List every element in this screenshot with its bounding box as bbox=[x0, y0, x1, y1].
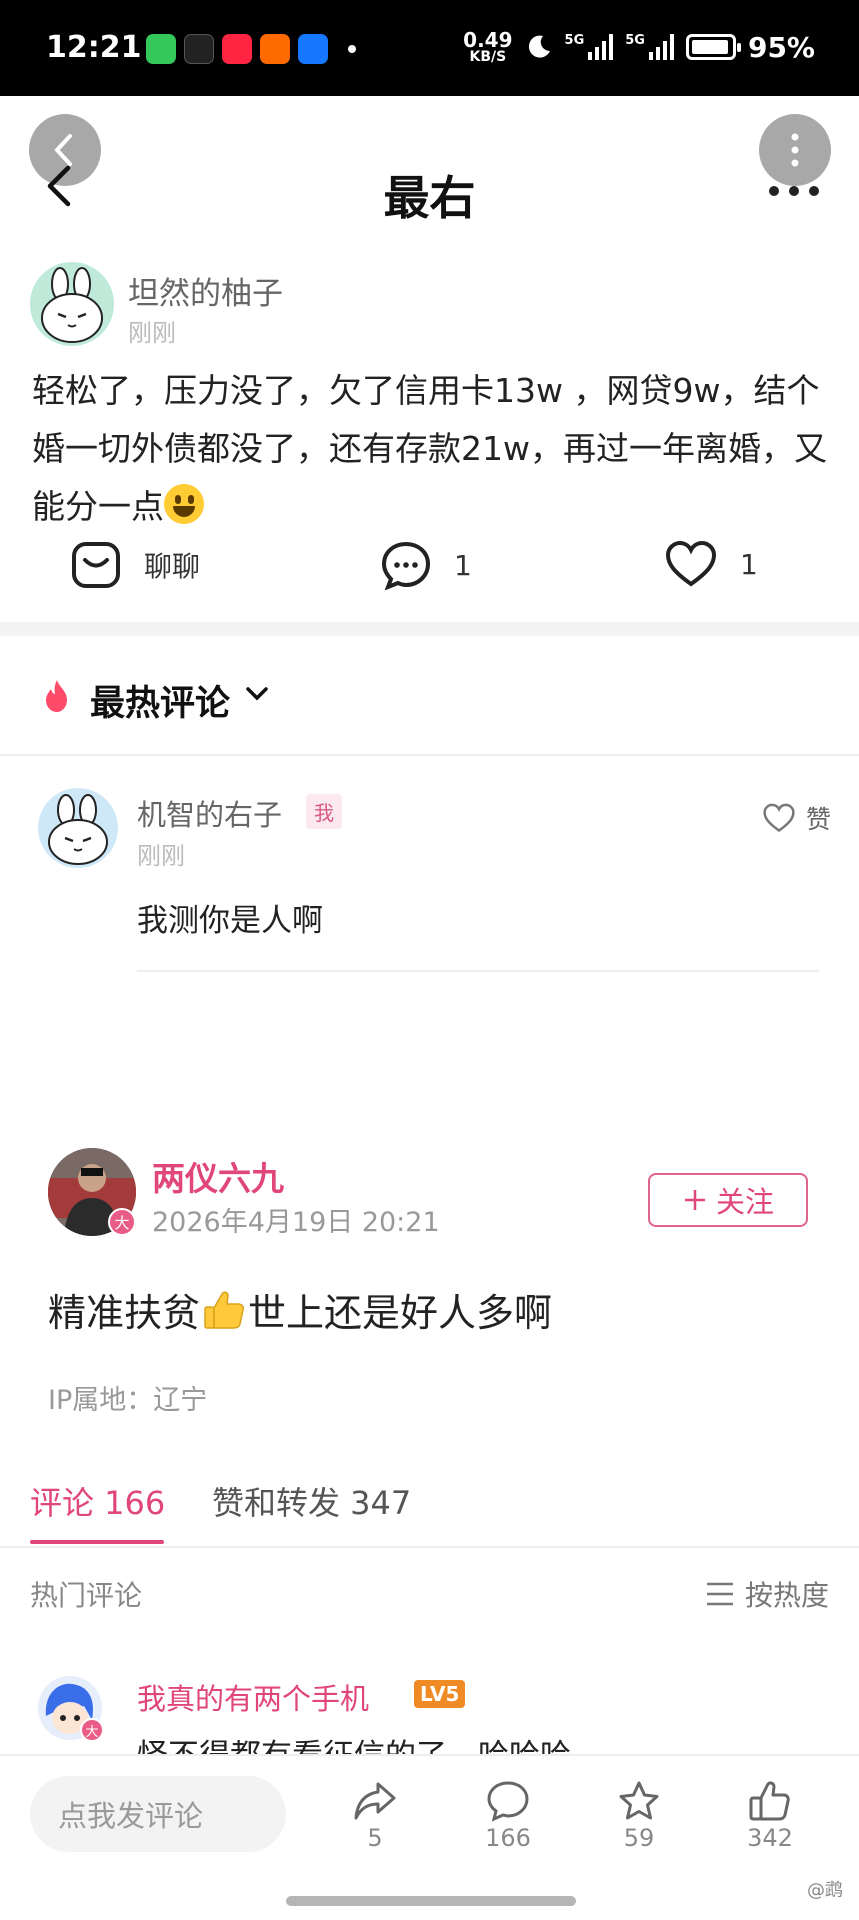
notification-icons bbox=[146, 34, 356, 64]
bottom-action-bar: 点我发评论 5 166 59 342 @鹉 bbox=[0, 1754, 859, 1920]
more-notifications-dot bbox=[348, 45, 356, 53]
app-icon bbox=[184, 34, 214, 64]
section-divider bbox=[0, 622, 859, 636]
flame-icon bbox=[46, 680, 67, 712]
chat-button[interactable]: 聊聊 bbox=[70, 540, 200, 590]
app-blue-icon bbox=[298, 34, 328, 64]
menu-lines-icon bbox=[706, 1582, 733, 1606]
heart-outline-icon bbox=[763, 803, 795, 833]
tab-comments[interactable]: 评论 166 bbox=[30, 1478, 165, 1524]
hot-comments-label: 热门评论 bbox=[30, 1579, 143, 1612]
commenter-username[interactable]: 我真的有两个手机 bbox=[137, 1676, 369, 1718]
thumbs-up-icon bbox=[749, 1781, 790, 1821]
rabbit-avatar-icon bbox=[41, 267, 103, 343]
thumbs-up-emoji-icon bbox=[204, 1291, 245, 1329]
comment-like-button[interactable]: 赞 bbox=[762, 800, 831, 836]
comment-text: 我测你是人啊 bbox=[137, 903, 323, 939]
post-username[interactable]: 坦然的柚子 bbox=[128, 268, 283, 313]
tab-likes-reposts[interactable]: 赞和转发 347 bbox=[212, 1478, 411, 1524]
level-badge: LV5 bbox=[414, 1680, 466, 1708]
star-icon bbox=[619, 1781, 659, 1820]
favorite-button[interactable]: 59 bbox=[594, 1780, 684, 1852]
repost-text: 精准扶贫 世上还是好人多啊 bbox=[48, 1282, 552, 1337]
ip-location: IP属地：辽宁 bbox=[48, 1385, 208, 1416]
thumbs-up-button[interactable]: 342 bbox=[725, 1780, 815, 1852]
comment-button[interactable]: 1 bbox=[380, 540, 472, 590]
share-arrow-icon bbox=[354, 1782, 396, 1820]
status-right: 0.49 KB/S 5G 5G 95% bbox=[463, 30, 815, 64]
comment-username[interactable]: 机智的右子 bbox=[137, 792, 282, 834]
battery-percent: 95% bbox=[747, 30, 815, 64]
grin-emoji-icon bbox=[164, 484, 204, 524]
post-actions: 聊聊 1 1 bbox=[0, 540, 859, 604]
moon-icon bbox=[528, 35, 550, 58]
battery-icon bbox=[685, 34, 741, 60]
active-tab-indicator bbox=[30, 1540, 164, 1544]
post-time: 刚刚 bbox=[128, 319, 176, 347]
repost-username[interactable]: 两仪六九 bbox=[152, 1152, 284, 1200]
rabbit-avatar-icon bbox=[48, 794, 108, 865]
page-title: 最右 bbox=[383, 171, 476, 225]
more-icon[interactable] bbox=[769, 186, 819, 196]
wechat-icon bbox=[146, 34, 176, 64]
hot-comments-title[interactable]: 最热评论 bbox=[90, 675, 230, 726]
signal-2: 5G bbox=[625, 34, 674, 60]
comment-time: 刚刚 bbox=[137, 842, 185, 870]
follow-button[interactable]: 关注 bbox=[648, 1173, 808, 1227]
status-bar: 12:21 0.49 KB/S 5G 5G 95% bbox=[0, 0, 859, 96]
chevron-down-icon[interactable] bbox=[244, 684, 270, 704]
like-button[interactable]: 1 bbox=[664, 540, 758, 588]
top-nav: 最右 bbox=[0, 96, 859, 246]
screen: 12:21 0.49 KB/S 5G 5G 95% 最右 坦然的柚子 刚刚 轻松… bbox=[0, 0, 859, 1920]
divider bbox=[0, 754, 859, 756]
bottom-comment-button[interactable]: 166 bbox=[463, 1780, 553, 1852]
repost-time: 2026年4月19日 20:21 bbox=[152, 1207, 440, 1238]
chat-envelope-icon bbox=[72, 542, 120, 588]
comment-icon bbox=[487, 1781, 529, 1822]
xiaohongshu-icon bbox=[222, 34, 252, 64]
sort-button[interactable]: 按热度 bbox=[705, 1574, 829, 1614]
signal-1: 5G bbox=[565, 34, 614, 60]
post-body: 轻松了，压力没了，欠了信用卡13w ，网贷9w，结个婚一切外债都没了，还有存款2… bbox=[32, 371, 827, 526]
divider bbox=[137, 970, 819, 972]
comment-avatar[interactable] bbox=[38, 788, 118, 868]
share-button[interactable]: 5 bbox=[330, 1780, 420, 1852]
watermark-text: @鹉 bbox=[807, 1880, 843, 1901]
post-avatar[interactable] bbox=[30, 262, 114, 346]
comment-input[interactable]: 点我发评论 bbox=[30, 1776, 286, 1852]
heart-icon bbox=[665, 540, 717, 587]
home-indicator[interactable] bbox=[286, 1896, 576, 1906]
verified-badge: 大 bbox=[108, 1208, 136, 1236]
net-speed: 0.49 KB/S bbox=[463, 28, 513, 65]
verified-badge: 大 bbox=[80, 1718, 104, 1742]
comment-bubble-icon bbox=[381, 541, 431, 590]
divider bbox=[0, 1546, 859, 1548]
me-tag: 我 bbox=[306, 794, 342, 829]
plus-icon bbox=[684, 1190, 705, 1210]
status-time: 12:21 bbox=[46, 30, 142, 65]
alibaba-icon bbox=[260, 34, 290, 64]
